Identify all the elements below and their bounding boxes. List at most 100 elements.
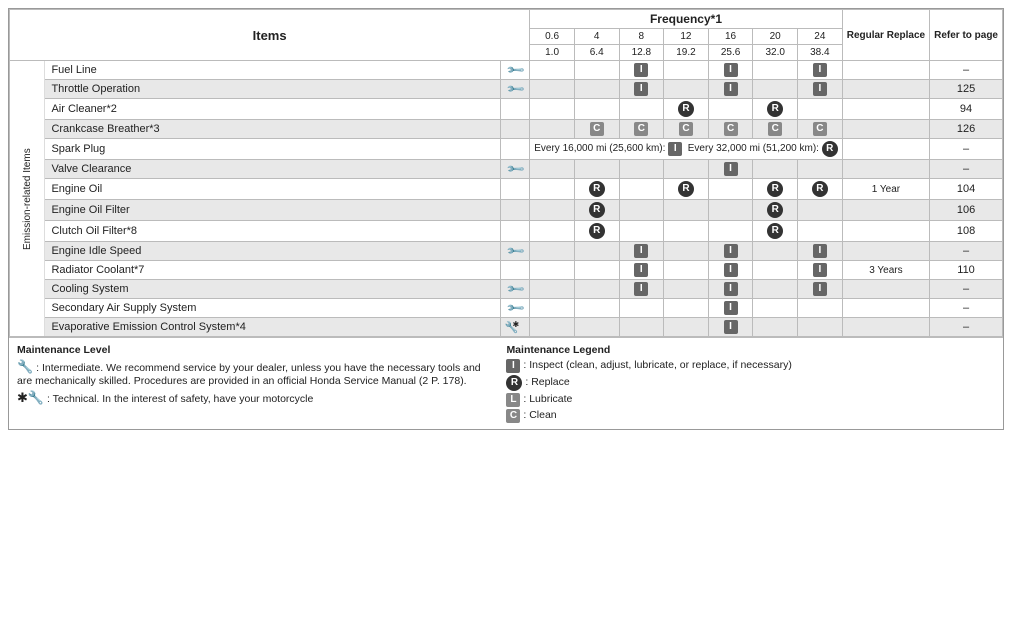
cell-12-6: [798, 299, 843, 318]
table-row: Valve Clearance🔧I–: [10, 160, 1003, 179]
cell-7-5: R: [753, 200, 798, 221]
cell-9-2: I: [619, 242, 664, 261]
cell-12-2: [619, 299, 664, 318]
cell-6-5: R: [753, 179, 798, 200]
item-icon: 🔧✱: [500, 318, 529, 337]
badge-replace: R: [589, 202, 605, 218]
col-header-6-km: 38.4: [798, 45, 843, 61]
page-cell: –: [930, 318, 1003, 337]
wrench-icon: 🔧: [505, 60, 525, 80]
badge-inspect: I: [724, 320, 738, 334]
item-icon: [500, 99, 529, 120]
badge-inspect: I: [724, 301, 738, 315]
item-name: Cooling System: [45, 280, 500, 299]
refer-page-header: Refer to page: [930, 10, 1003, 61]
cell-5-3: [664, 160, 709, 179]
frequency-header: Frequency*1: [530, 10, 842, 29]
cell-8-4: [708, 221, 753, 242]
badge-replace: R: [589, 181, 605, 197]
col-header-4-mi: 16: [708, 29, 753, 45]
item-name: Evaporative Emission Control System*4: [45, 318, 500, 337]
cell-5-1: [574, 160, 619, 179]
cell-8-1: R: [574, 221, 619, 242]
wrench-icon: 🔧: [505, 298, 525, 318]
cell-13-6: [798, 318, 843, 337]
regular-replace-header: Regular Replace: [842, 10, 929, 61]
cell-5-6: [798, 160, 843, 179]
table-row: Crankcase Breather*3CCCCCC126: [10, 120, 1003, 139]
section-label: Emission-related Items: [10, 61, 45, 337]
cell-5-2: [619, 160, 664, 179]
badge-inspect: I: [724, 63, 738, 77]
cell-1-2: I: [619, 80, 664, 99]
items-header: Items: [10, 10, 530, 61]
maintenance-legend-section: Maintenance Legend I : Inspect (clean, a…: [506, 344, 975, 423]
cell-10-2: I: [619, 261, 664, 280]
item-icon: 🔧: [500, 242, 529, 261]
page-cell: 108: [930, 221, 1003, 242]
cell-13-3: [664, 318, 709, 337]
col-header-1-mi: 4: [574, 29, 619, 45]
cell-11-1: [574, 280, 619, 299]
table-row: Evaporative Emission Control System*4🔧✱ I…: [10, 318, 1003, 337]
cell-12-4: I: [708, 299, 753, 318]
badge-inspect: I: [813, 63, 827, 77]
cell-1-4: I: [708, 80, 753, 99]
regular-replace-cell: [842, 80, 929, 99]
regular-replace-cell: [842, 200, 929, 221]
item-name: Throttle Operation: [45, 80, 500, 99]
cell-2-2: [619, 99, 664, 120]
item-icon: 🔧: [500, 80, 529, 99]
cell-3-4: C: [708, 120, 753, 139]
maintenance-legend-title: Maintenance Legend: [506, 344, 610, 356]
table-row: Air Cleaner*2 R R 94: [10, 99, 1003, 120]
badge-inspect: I: [634, 282, 648, 296]
item-icon: [500, 261, 529, 280]
cell-11-0: [530, 280, 575, 299]
cell-1-5: [753, 80, 798, 99]
table-row: Emission-related ItemsFuel Line🔧III–: [10, 61, 1003, 80]
cell-2-3: R: [664, 99, 709, 120]
cell-10-4: I: [708, 261, 753, 280]
legend-l-text: : Lubricate: [523, 393, 572, 405]
item-name: Air Cleaner*2: [45, 99, 500, 120]
cell-12-3: [664, 299, 709, 318]
badge-inspect: I: [813, 82, 827, 96]
cell-2-1: [574, 99, 619, 120]
regular-replace-cell: 3 Years: [842, 261, 929, 280]
badge-clean: C: [679, 122, 693, 136]
col-header-0-km: 1.0: [530, 45, 575, 61]
cell-8-6: [798, 221, 843, 242]
page-cell: –: [930, 61, 1003, 80]
cell-9-0: [530, 242, 575, 261]
badge-clean: C: [634, 122, 648, 136]
cell-6-0: [530, 179, 575, 200]
badge-inspect: I: [724, 162, 738, 176]
col-header-0-mi: 0.6: [530, 29, 575, 45]
badge-inspect: I: [634, 63, 648, 77]
cell-9-6: I: [798, 242, 843, 261]
table-row: Engine Oil FilterRR106: [10, 200, 1003, 221]
badge-clean: C: [724, 122, 738, 136]
tech-symbol: ✱🔧: [17, 390, 44, 405]
footer: Maintenance Level 🔧 : Intermediate. We r…: [9, 337, 1003, 429]
cell-2-5: R: [753, 99, 798, 120]
cell-0-3: [664, 61, 709, 80]
page-cell: –: [930, 160, 1003, 179]
regular-replace-cell: [842, 299, 929, 318]
cell-5-4: I: [708, 160, 753, 179]
col-header-4-km: 25.6: [708, 45, 753, 61]
item-name: Radiator Coolant*7: [45, 261, 500, 280]
cell-2-6: [798, 99, 843, 120]
table-row: Engine Idle Speed🔧III–: [10, 242, 1003, 261]
cell-1-6: I: [798, 80, 843, 99]
badge-inspect: I: [724, 244, 738, 258]
cell-12-1: [574, 299, 619, 318]
page-cell: 94: [930, 99, 1003, 120]
cell-10-1: [574, 261, 619, 280]
page-cell: 110: [930, 261, 1003, 280]
cell-12-0: [530, 299, 575, 318]
item-icon: 🔧: [500, 160, 529, 179]
col-header-3-mi: 12: [664, 29, 709, 45]
cell-11-6: I: [798, 280, 843, 299]
